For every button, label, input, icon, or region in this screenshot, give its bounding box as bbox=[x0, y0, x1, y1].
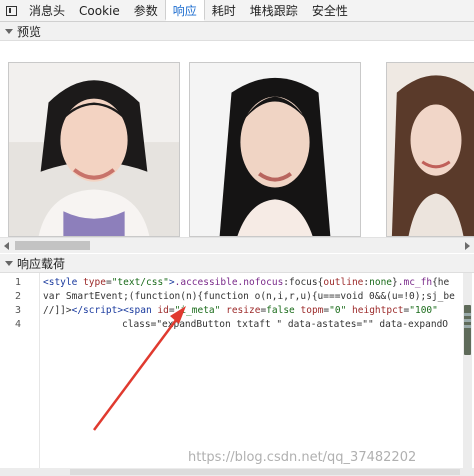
watermark: https://blog.csdn.net/qq_37482202 bbox=[188, 450, 417, 465]
code-line-3: //]]></script><span id="i_meta" resize=f… bbox=[43, 305, 438, 316]
code-line-4: class="expandButton txtaft " data-astate… bbox=[122, 319, 449, 330]
tab-cookie[interactable]: Cookie bbox=[72, 0, 127, 21]
code-vertical-scrollbar[interactable] bbox=[463, 273, 472, 468]
preview-image-2 bbox=[189, 62, 361, 237]
response-preview bbox=[0, 42, 474, 238]
response-payload-title: 响应载荷 bbox=[17, 256, 66, 271]
preview-image-3 bbox=[386, 62, 474, 237]
scrollbar-thumb[interactable] bbox=[70, 469, 460, 475]
collapse-triangle-icon[interactable] bbox=[5, 260, 13, 266]
tab-headers[interactable]: 消息头 bbox=[22, 0, 72, 21]
scroll-right-arrow-icon[interactable] bbox=[465, 242, 470, 250]
preview-image-1 bbox=[8, 62, 180, 237]
code-horizontal-scrollbar[interactable] bbox=[0, 468, 474, 476]
tab-timings[interactable]: 耗时 bbox=[205, 0, 243, 21]
line-number: 1 bbox=[14, 277, 21, 288]
preview-section-header[interactable]: 预览 bbox=[0, 22, 474, 41]
line-number: 2 bbox=[14, 291, 21, 302]
line-number: 3 bbox=[14, 305, 21, 316]
tab-params[interactable]: 参数 bbox=[127, 0, 165, 21]
devtools-tab-bar: 消息头 Cookie 参数 响应 耗时 堆栈跟踪 安全性 bbox=[0, 0, 474, 22]
line-number-gutter: 1 2 3 4 bbox=[0, 273, 40, 468]
tab-response[interactable]: 响应 bbox=[164, 0, 205, 21]
collapse-triangle-icon[interactable] bbox=[5, 28, 13, 34]
preview-title: 预览 bbox=[17, 24, 42, 39]
code-line-1: <style type="text/css">.accessible.nofoc… bbox=[43, 277, 450, 288]
preview-horizontal-scrollbar[interactable] bbox=[0, 237, 474, 253]
response-payload-header[interactable]: 响应载荷 bbox=[0, 254, 474, 273]
tab-security[interactable]: 安全性 bbox=[305, 0, 355, 21]
code-line-2: var SmartEvent;(function(n){function o(n… bbox=[43, 291, 455, 302]
scrollbar-grip bbox=[464, 319, 471, 322]
response-payload-code[interactable]: 1 2 3 4 <style type="text/css">.accessib… bbox=[0, 273, 474, 468]
panel-toggle-icon[interactable] bbox=[0, 0, 22, 22]
scroll-left-arrow-icon[interactable] bbox=[4, 242, 9, 250]
tab-stack-trace[interactable]: 堆栈跟踪 bbox=[243, 0, 305, 21]
scrollbar-grip bbox=[464, 325, 471, 328]
line-number: 4 bbox=[14, 319, 21, 330]
scrollbar-thumb[interactable] bbox=[15, 241, 90, 250]
scrollbar-grip bbox=[464, 313, 471, 316]
